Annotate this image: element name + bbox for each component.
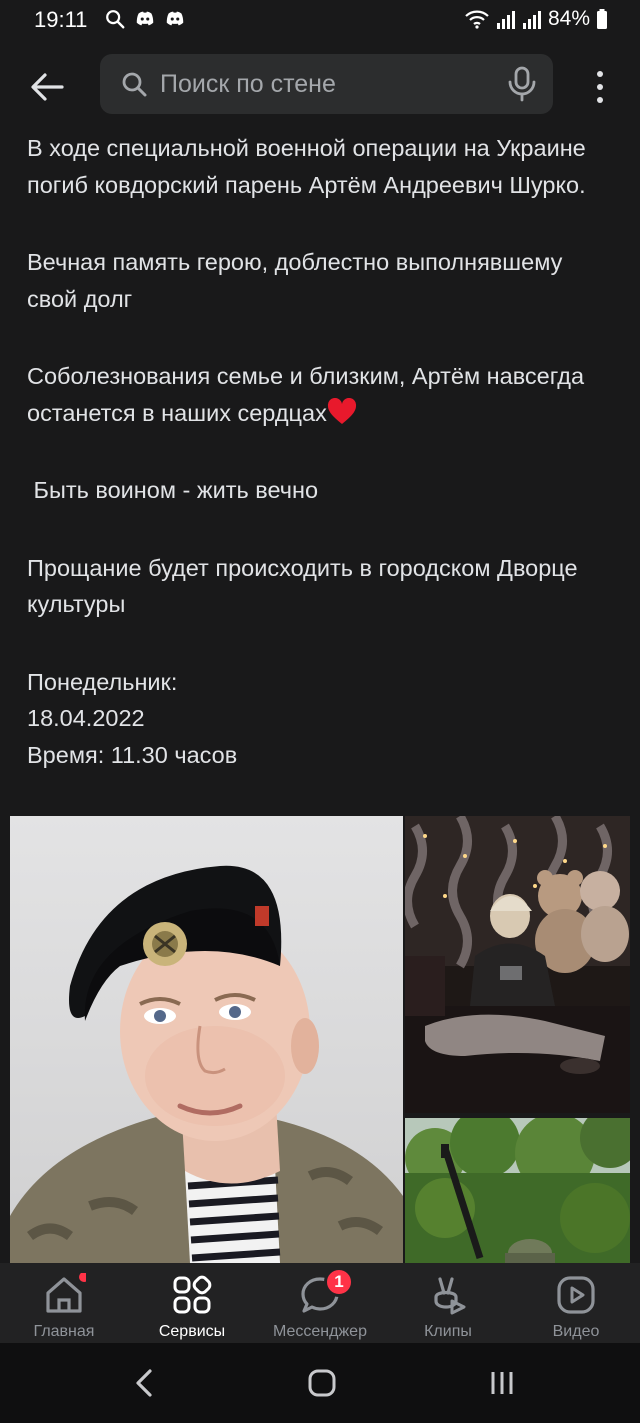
status-notification-icons — [104, 8, 186, 30]
unread-count-badge: 1 — [324, 1267, 354, 1297]
back-button[interactable] — [22, 62, 72, 112]
video-play-icon — [557, 1276, 595, 1314]
search-icon — [106, 10, 125, 29]
post-paragraph: Прощание будет происходить в городском Д… — [27, 554, 585, 618]
arrow-left-icon — [31, 73, 64, 101]
post-paragraph: Соболезнования семье и близким, Артём на… — [27, 363, 591, 426]
signal-icon — [496, 11, 515, 29]
system-back-button[interactable] — [124, 1365, 164, 1401]
status-time: 19:11 — [34, 7, 88, 32]
photo-portrait[interactable] — [10, 816, 403, 1263]
system-navigation-bar — [0, 1343, 640, 1423]
search-icon — [122, 72, 147, 97]
more-vertical-icon-dot — [597, 71, 603, 77]
nav-item-video[interactable]: Видео — [512, 1263, 640, 1343]
wifi-icon — [465, 10, 489, 29]
battery-level: 84% — [547, 7, 590, 30]
microphone-icon[interactable] — [505, 66, 539, 102]
more-vertical-icon-dot — [597, 97, 603, 103]
system-home-button[interactable] — [302, 1365, 342, 1401]
discord-icon — [166, 11, 184, 26]
chevron-left-icon — [136, 1369, 152, 1397]
nav-item-clips[interactable]: Клипы — [384, 1263, 512, 1343]
services-grid-icon — [173, 1275, 212, 1314]
nav-item-messenger[interactable]: 1 Мессенджер — [256, 1263, 384, 1343]
recents-icon — [491, 1372, 513, 1394]
outdoor-illustration — [405, 1118, 630, 1263]
discord-icon — [136, 11, 154, 26]
nav-label: Мессенджер — [273, 1323, 367, 1340]
nav-item-services[interactable]: Сервисы — [128, 1263, 256, 1343]
status-bar: 19:11 84% — [0, 0, 640, 40]
search-input[interactable] — [160, 54, 480, 114]
more-options-button[interactable] — [580, 64, 620, 110]
post-paragraph: Понедельник: 18.04.2022 Время: 11.30 час… — [27, 668, 238, 768]
bottom-navigation: Главная Сервисы 1 Мессенджер Клипы Видео — [0, 1263, 640, 1343]
post-photo-grid — [10, 816, 630, 1263]
nav-label: Сервисы — [158, 1323, 226, 1340]
photo-outdoor[interactable] — [405, 1118, 630, 1263]
post-paragraph: В ходе специальной военной операции на У… — [27, 135, 593, 198]
nav-item-home[interactable]: Главная — [0, 1263, 128, 1343]
chat-bubble-icon: 1 — [298, 1267, 354, 1317]
status-system-icons: 84% — [464, 7, 608, 31]
nav-label: Клипы — [424, 1323, 472, 1340]
heart-icon — [327, 397, 356, 424]
nav-label: Главная — [33, 1323, 95, 1340]
russian-flag-icon — [134, 289, 162, 309]
post-paragraph: Вечная память герою, доблестно выполнявш… — [27, 249, 569, 312]
battery-icon — [597, 9, 607, 29]
signal-icon — [522, 11, 541, 29]
system-recents-button[interactable] — [482, 1365, 522, 1401]
post-paragraph: Быть воином - жить вечно — [27, 472, 617, 509]
photo-room[interactable] — [405, 816, 630, 1113]
home-icon — [46, 1273, 86, 1313]
nav-label: Видео — [552, 1323, 600, 1340]
clips-icon — [434, 1277, 466, 1315]
russian-flag-icon — [320, 480, 348, 500]
post-text: В ходе специальной военной операции на У… — [27, 130, 617, 773]
portrait-illustration — [10, 865, 403, 1263]
search-bar[interactable] — [100, 54, 553, 114]
top-header — [0, 40, 640, 134]
home-square-icon — [308, 1369, 336, 1397]
room-illustration — [405, 816, 630, 1113]
more-vertical-icon-dot — [597, 84, 603, 90]
